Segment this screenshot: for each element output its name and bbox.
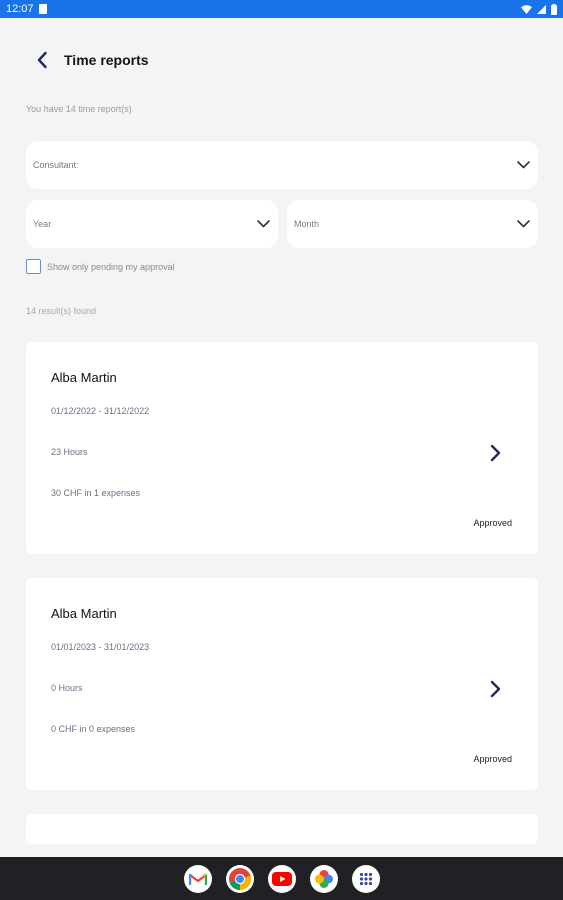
wifi-icon	[521, 4, 532, 14]
report-period: 01/12/2022 - 31/12/2022	[51, 406, 150, 416]
month-select[interactable]: Month	[287, 200, 538, 248]
chevron-down-icon	[516, 158, 530, 172]
back-button[interactable]	[26, 44, 58, 76]
report-period: 01/01/2023 - 31/01/2023	[51, 642, 150, 652]
pending-approval-label[interactable]: Show only pending my approval	[47, 262, 175, 272]
report-hours: 23 Hours	[51, 447, 88, 457]
results-count-text: 14 result(s) found	[26, 306, 97, 316]
status-time: 12:07	[6, 3, 34, 15]
status-bar: 12:07	[0, 0, 563, 18]
year-select[interactable]: Year	[26, 200, 278, 248]
app-drawer-icon[interactable]	[351, 864, 380, 893]
page-title: Time reports	[64, 52, 149, 68]
time-report-card[interactable]	[26, 814, 538, 844]
time-report-card[interactable]: Alba Martin 01/12/2022 - 31/12/2022 23 H…	[26, 342, 538, 554]
report-hours: 0 Hours	[51, 683, 83, 693]
time-report-card[interactable]: Alba Martin 01/01/2023 - 31/01/2023 0 Ho…	[26, 578, 538, 790]
sd-card-icon	[38, 4, 47, 14]
report-expenses: 30 CHF in 1 expenses	[51, 488, 141, 498]
chevron-right-icon[interactable]	[486, 441, 504, 465]
pending-approval-filter: Show only pending my approval	[26, 259, 175, 274]
app-header: Time reports	[26, 44, 149, 76]
taskbar	[0, 857, 563, 900]
consultant-select[interactable]: Consultant:	[26, 141, 538, 189]
pending-approval-checkbox[interactable]	[26, 259, 41, 274]
chrome-icon[interactable]	[225, 864, 254, 893]
status-badge: Approved	[473, 754, 512, 764]
gmail-icon[interactable]	[183, 864, 212, 893]
chevron-right-icon[interactable]	[486, 677, 504, 701]
month-select-placeholder: Month	[294, 219, 320, 229]
photos-icon[interactable]	[309, 864, 338, 893]
report-count-text: You have 14 time report(s)	[26, 104, 132, 114]
battery-icon	[551, 3, 557, 15]
status-badge: Approved	[473, 518, 512, 528]
chevron-left-icon	[37, 51, 47, 69]
chevron-down-icon	[256, 217, 270, 231]
consultant-name: Alba Martin	[51, 606, 117, 621]
consultant-select-placeholder: Consultant:	[33, 160, 79, 170]
report-expenses: 0 CHF in 0 expenses	[51, 724, 136, 734]
chevron-down-icon	[516, 217, 530, 231]
consultant-name: Alba Martin	[51, 370, 117, 385]
youtube-icon[interactable]	[267, 864, 296, 893]
year-select-placeholder: Year	[33, 219, 52, 229]
signal-icon	[537, 4, 546, 14]
